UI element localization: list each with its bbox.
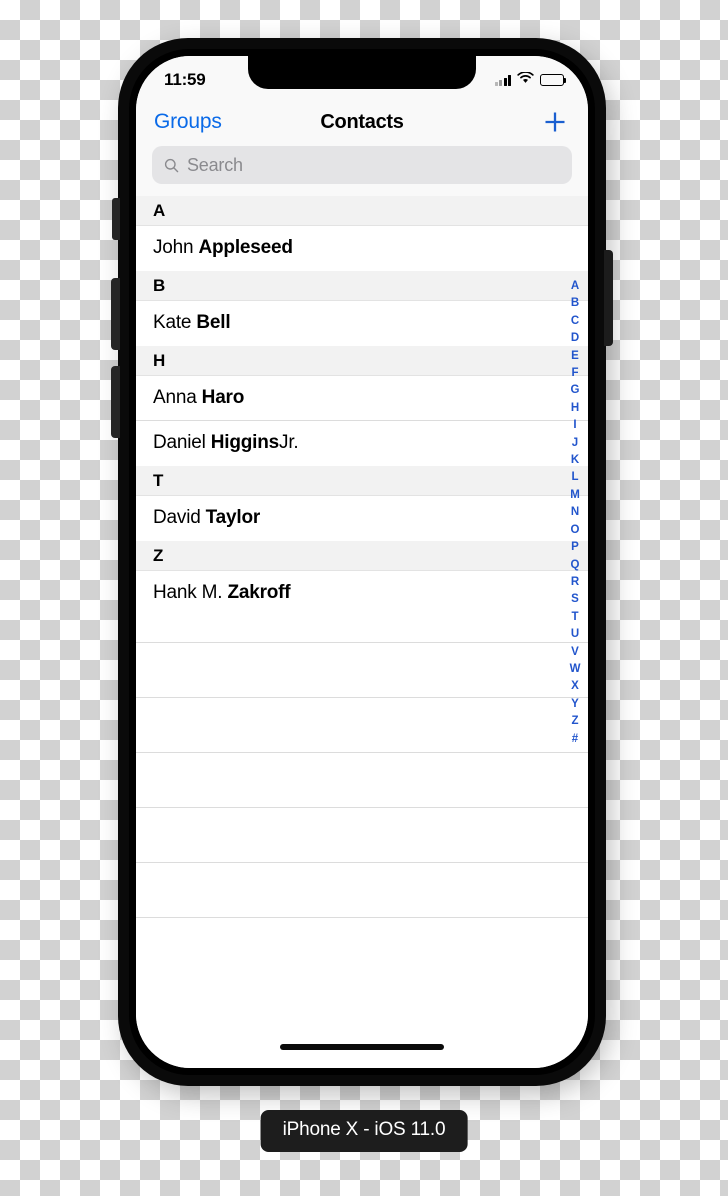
home-indicator[interactable]	[280, 1044, 444, 1050]
section-header-h: H	[136, 346, 588, 376]
empty-list-row	[136, 808, 588, 863]
battery-icon	[540, 74, 567, 86]
contact-row[interactable]: David Taylor	[136, 496, 588, 541]
index-letter[interactable]: P	[571, 539, 579, 556]
index-letter[interactable]: #	[572, 731, 578, 748]
index-letter[interactable]: V	[571, 644, 579, 661]
contact-first-name: Kate	[153, 312, 192, 333]
contact-row[interactable]: Anna Haro	[136, 376, 588, 421]
index-letter[interactable]: C	[571, 313, 579, 330]
empty-list-row	[136, 863, 588, 918]
navigation-bar: Groups Contacts Search	[136, 100, 588, 196]
groups-back-button[interactable]: Groups	[154, 110, 222, 134]
index-letter[interactable]: M	[570, 487, 580, 504]
contact-row[interactable]: John Appleseed	[136, 226, 588, 271]
power-button[interactable]	[604, 250, 613, 346]
mute-switch[interactable]	[112, 198, 120, 240]
search-icon	[164, 158, 179, 173]
section-header-a: A	[136, 196, 588, 226]
contact-first-name: David	[153, 507, 201, 528]
section-header-t: T	[136, 466, 588, 496]
index-letter[interactable]: O	[571, 522, 580, 539]
index-letter[interactable]: T	[571, 609, 578, 626]
contact-name-suffix: Jr.	[279, 432, 299, 453]
index-letter[interactable]: G	[571, 382, 580, 399]
contact-first-name: John	[153, 237, 194, 258]
index-letter[interactable]: S	[571, 591, 579, 608]
empty-list-row	[136, 753, 588, 808]
status-bar-clock: 11:59	[164, 70, 206, 89]
index-letter[interactable]: U	[571, 626, 579, 643]
index-letter[interactable]: W	[570, 661, 581, 678]
index-letter[interactable]: D	[571, 330, 579, 347]
contact-last-name: Higgins	[210, 432, 280, 453]
contact-row[interactable]: Hank M. Zakroff	[136, 571, 588, 616]
contact-last-name: Haro	[201, 387, 245, 408]
contact-last-name: Bell	[196, 312, 231, 333]
index-letter[interactable]: R	[571, 574, 579, 591]
index-letter[interactable]: F	[571, 365, 578, 382]
search-bar-container: Search	[136, 144, 588, 184]
cellular-signal-icon	[494, 74, 511, 86]
index-letter[interactable]: H	[571, 400, 579, 417]
index-letter[interactable]: Z	[571, 713, 578, 730]
contact-last-name: Appleseed	[198, 237, 293, 258]
status-bar-icons	[494, 67, 567, 89]
index-letter[interactable]: K	[571, 452, 579, 469]
contact-first-name: Hank M.	[153, 582, 223, 603]
volume-up-button[interactable]	[111, 278, 120, 350]
index-letter[interactable]: Y	[571, 696, 579, 713]
contact-first-name: Daniel	[153, 432, 206, 453]
volume-down-button[interactable]	[111, 366, 120, 438]
index-letter[interactable]: N	[571, 504, 579, 521]
section-header-b: B	[136, 271, 588, 301]
index-letter[interactable]: L	[571, 469, 578, 486]
search-placeholder-text: Search	[187, 154, 243, 175]
contact-row[interactable]: Daniel Higgins Jr.	[136, 421, 588, 466]
list-trailing-separator	[136, 616, 588, 643]
index-letter[interactable]: J	[572, 435, 578, 452]
navigation-bar-row: Groups Contacts	[136, 100, 588, 144]
contact-row[interactable]: Kate Bell	[136, 301, 588, 346]
device-screen: 11:59 Groups Contacts Search A John Appl…	[136, 56, 588, 1068]
index-letter[interactable]: Q	[571, 557, 580, 574]
empty-list-row	[136, 698, 588, 753]
contacts-list[interactable]: A John Appleseed B Kate Bell H Anna Haro Danie…	[136, 196, 588, 1068]
empty-list-row	[136, 643, 588, 698]
device-caption-label: iPhone X - iOS 11.0	[260, 1110, 468, 1152]
display-notch	[248, 56, 476, 89]
plus-icon	[542, 109, 568, 135]
index-letter[interactable]: I	[573, 417, 576, 434]
index-letter[interactable]: E	[571, 348, 579, 365]
wifi-icon	[517, 71, 534, 89]
alphabet-index-bar[interactable]: A B C D E F G H I J K L M N O P Q R S T U V W X Y Z #	[565, 278, 585, 748]
add-contact-button[interactable]	[540, 107, 570, 137]
index-letter[interactable]: A	[571, 278, 579, 295]
iphone-device-frame: 11:59 Groups Contacts Search A John Appl…	[111, 38, 613, 1086]
contact-last-name: Zakroff	[227, 582, 291, 603]
index-letter[interactable]: B	[571, 295, 579, 312]
search-input[interactable]: Search	[152, 146, 572, 184]
contact-first-name: Anna	[153, 387, 197, 408]
index-letter[interactable]: X	[571, 678, 579, 695]
contact-last-name: Taylor	[205, 507, 261, 528]
section-header-z: Z	[136, 541, 588, 571]
